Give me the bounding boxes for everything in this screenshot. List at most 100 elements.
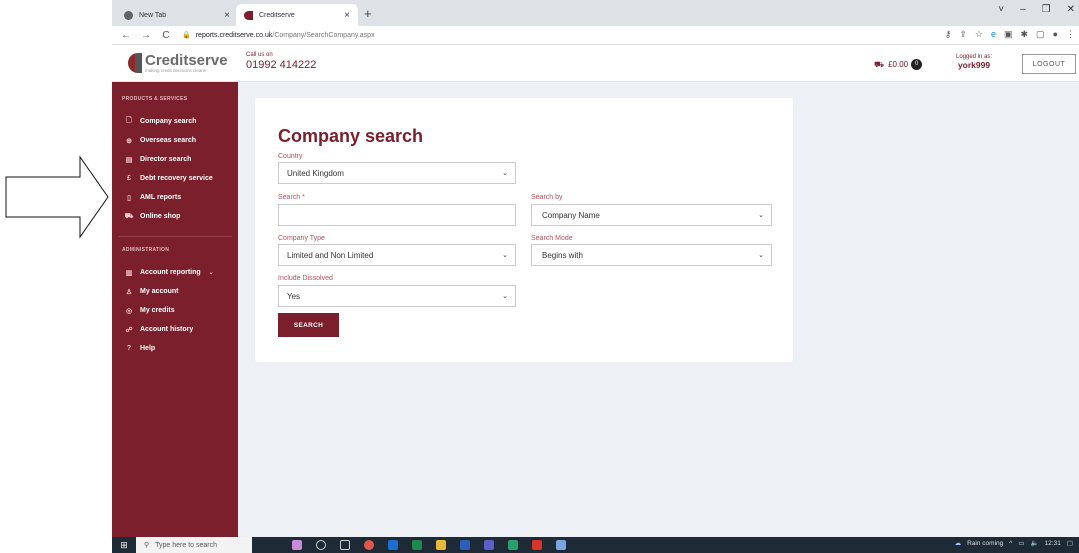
app-blue-icon[interactable] — [556, 540, 566, 550]
chrome-app-icon[interactable] — [364, 540, 374, 550]
sidebar-item-director-search[interactable]: ▤ Director search — [124, 150, 238, 169]
chart-icon: ▥ — [125, 269, 133, 277]
extension-icons: ⚷ ⇪ ☆ e ▣ ✱ ▢ ● ⋮ — [945, 29, 1075, 40]
search-label: Search * — [278, 194, 305, 201]
teams-icon[interactable] — [484, 540, 494, 550]
logout-button[interactable]: LOGOUT — [1022, 54, 1076, 74]
app-green-icon[interactable] — [508, 540, 518, 550]
windows-taskbar: ⊞ ⚲ Type here to search ☁ Rain coming ^ … — [112, 537, 1079, 553]
arrow-annotation — [5, 155, 109, 239]
weather-icon: ☁ — [954, 540, 962, 547]
taskbar-search-input[interactable]: ⚲ Type here to search — [136, 537, 252, 553]
close-window-icon[interactable]: ✕ — [1067, 4, 1075, 15]
search-app-icon[interactable] — [316, 540, 326, 550]
sidebar-item-debt-recovery-service[interactable]: £ Debt recovery service — [124, 169, 238, 188]
task-view-icon[interactable] — [340, 540, 350, 550]
acrobat-icon[interactable] — [532, 540, 542, 550]
search-card: Company search Country United Kingdom ⌄ … — [255, 98, 793, 362]
search-input[interactable] — [278, 204, 516, 226]
tray-expand-icon[interactable]: ^ — [1009, 540, 1012, 547]
chevron-down-icon: ⌄ — [502, 252, 508, 259]
puzzle-icon[interactable]: ✱ — [1021, 29, 1029, 40]
network-icon[interactable]: ▭ — [1018, 539, 1024, 547]
minimize-icon[interactable]: – — [1020, 4, 1026, 15]
close-icon[interactable]: × — [224, 10, 230, 21]
url-field[interactable]: 🔒 reports.creditserve.co.uk /Company/Sea… — [182, 31, 375, 40]
users-icon: ☍ — [125, 326, 133, 334]
profile-avatar-icon[interactable]: ● — [1053, 29, 1058, 40]
country-select[interactable]: United Kingdom ⌄ — [278, 162, 516, 184]
sidebar-item-online-shop[interactable]: ⛟ Online shop — [124, 207, 238, 226]
widgets-icon[interactable] — [292, 540, 302, 550]
logged-in-info: Logged in as: york999 — [956, 54, 992, 70]
forward-icon[interactable]: → — [140, 30, 152, 41]
search-by-value: Company Name — [542, 210, 600, 220]
include-dissolved-label: Include Dissolved — [278, 275, 333, 282]
window-controls: ˅ – ❐ ✕ — [998, 4, 1075, 15]
sidebar-item-help[interactable]: ? Help — [124, 339, 238, 358]
globe-icon: ⊕ — [126, 137, 132, 145]
phone-number[interactable]: 01992 414222 — [246, 59, 316, 71]
word-icon[interactable] — [460, 540, 470, 550]
creditserve-logo[interactable]: Creditserve making credit decisions clea… — [128, 53, 228, 73]
star-icon[interactable]: ☆ — [975, 29, 983, 40]
restore-icon[interactable]: ❐ — [1042, 4, 1051, 15]
include-dissolved-select[interactable]: Yes ⌄ — [278, 285, 516, 307]
extension-icon[interactable]: ▣ — [1004, 29, 1013, 40]
sidebar-item-label: Overseas search — [140, 137, 197, 144]
edge-icon[interactable]: e — [991, 29, 996, 40]
cart-total: £0.00 — [888, 60, 909, 69]
back-icon[interactable]: ← — [120, 30, 132, 41]
key-icon[interactable]: ⚷ — [945, 29, 952, 40]
sidebar-item-label: Account reporting — [140, 269, 201, 276]
chevron-down-icon: ⌄ — [758, 212, 764, 219]
cart-icon: ⛟ — [874, 59, 885, 69]
reload-icon[interactable]: C — [160, 30, 172, 41]
search-icon: ⚲ — [144, 542, 150, 549]
weather-text[interactable]: Rain coming — [967, 540, 1003, 547]
search-button[interactable]: SEARCH — [278, 313, 339, 337]
creditserve-favicon-icon — [244, 10, 253, 20]
search-mode-value: Begins with — [542, 250, 583, 260]
excel-icon[interactable] — [412, 540, 422, 550]
sidebar-item-my-credits[interactable]: ◎ My credits — [124, 301, 238, 320]
tab-new-tab[interactable]: New Tab × — [116, 4, 238, 26]
sidebar-item-company-search[interactable]: 🗋 Company search — [124, 112, 238, 131]
chevron-down-icon[interactable]: ⌄ — [209, 269, 214, 276]
sidepanel-icon[interactable]: ▢ — [1036, 29, 1045, 40]
sidebar-item-my-account[interactable]: ♙ My account — [124, 282, 238, 301]
sidebar-item-account-history[interactable]: ☍ Account history — [124, 320, 238, 339]
chevron-down-icon: ⌄ — [502, 170, 508, 177]
outlook-icon[interactable] — [388, 540, 398, 550]
logo-name: Creditserve — [145, 52, 228, 69]
tab-creditserve[interactable]: Creditserve × — [236, 4, 358, 26]
search-mode-label: Search Mode — [531, 235, 573, 242]
sidebar-item-overseas-search[interactable]: ⊕ Overseas search — [124, 131, 238, 150]
new-tab-button[interactable]: + — [364, 6, 372, 21]
sidebar-item-aml-reports[interactable]: ▯ AML reports — [124, 188, 238, 207]
volume-icon[interactable]: 🔈 — [1030, 539, 1038, 547]
windows-start-icon[interactable]: ⊞ — [112, 540, 136, 551]
sidebar-item-account-reporting[interactable]: ▥ Account reporting ⌄ — [124, 263, 238, 282]
close-icon[interactable]: × — [344, 10, 350, 21]
products-nav: 🗋 Company search ⊕ Overseas search ▤ Director… — [112, 112, 238, 226]
search-mode-select[interactable]: Begins with ⌄ — [531, 244, 772, 266]
cart-count-badge: 0 — [911, 59, 923, 70]
company-type-select[interactable]: Limited and Non Limited ⌄ — [278, 244, 516, 266]
coins-icon: ◎ — [125, 307, 133, 315]
menu-icon[interactable]: ⋮ — [1066, 29, 1075, 40]
sidebar-item-label: Online shop — [140, 213, 181, 220]
chrome-icon — [124, 10, 133, 20]
notifications-icon[interactable]: ▢ — [1067, 539, 1073, 547]
sidebar-divider — [118, 236, 232, 237]
chevron-down-icon: ⌄ — [502, 293, 508, 300]
search-by-select[interactable]: Company Name ⌄ — [531, 204, 772, 226]
cart-summary[interactable]: ⛟ £0.00 0 — [874, 59, 923, 70]
explorer-icon[interactable] — [436, 540, 446, 550]
lock-icon: 🔒 — [182, 32, 191, 39]
share-icon[interactable]: ⇪ — [959, 29, 967, 40]
company-type-label: Company Type — [278, 235, 325, 242]
clock[interactable]: 12:31 — [1045, 540, 1061, 547]
tab-search-icon[interactable]: ˅ — [998, 4, 1004, 15]
username: york999 — [957, 60, 991, 70]
